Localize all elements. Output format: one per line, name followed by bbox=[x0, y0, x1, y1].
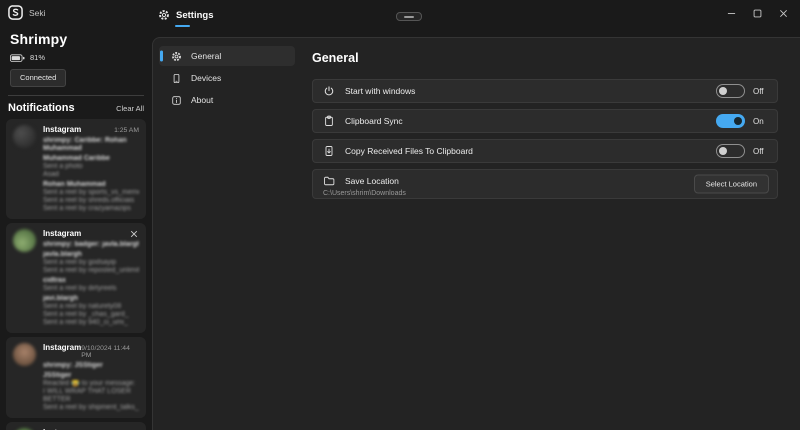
tab-settings[interactable]: Settings bbox=[158, 9, 213, 27]
minimize-button[interactable] bbox=[718, 0, 744, 26]
notification-line: cidtrax bbox=[43, 277, 139, 285]
setting-row-clipboard-sync: Clipboard Sync On bbox=[312, 109, 778, 133]
notification-line: Asad bbox=[43, 171, 139, 179]
notification-line: Muhammad Caribbe bbox=[43, 155, 139, 163]
nav-item-general[interactable]: General bbox=[159, 46, 295, 66]
nav-item-label: Devices bbox=[191, 73, 221, 83]
notification-line: Sent a photo bbox=[43, 163, 139, 171]
battery-percent: 81% bbox=[30, 53, 45, 62]
setting-row-start-with-windows: Start with windows Off bbox=[312, 79, 778, 103]
battery-icon bbox=[10, 54, 25, 62]
nav-item-devices[interactable]: Devices bbox=[159, 68, 295, 88]
notification-line: Sent a reel by dirtyreels bbox=[43, 285, 139, 293]
tab-settings-label: Settings bbox=[176, 10, 213, 21]
setting-row-save-location: Save Location C:\Users\shrim\Downloads S… bbox=[312, 169, 778, 199]
notification-app-name: Instagram bbox=[43, 229, 81, 238]
nav-item-label: General bbox=[191, 51, 221, 61]
clear-all-button[interactable]: Clear All bbox=[116, 104, 144, 113]
active-tab-indicator bbox=[175, 25, 190, 28]
notification-line: shrimpy: Caribbe: Rohan Muhammad bbox=[43, 137, 139, 153]
notifications-title: Notifications bbox=[8, 102, 75, 114]
notification-close-icon[interactable] bbox=[130, 230, 138, 238]
notification-avatar bbox=[13, 229, 36, 252]
nav-item-label: About bbox=[191, 95, 213, 105]
notification-card[interactable]: Instagram 9/10/2024 11:10 PM shrimpy: ja… bbox=[6, 422, 146, 430]
copy-received-files-toggle[interactable] bbox=[716, 144, 745, 158]
file-arrow-icon bbox=[323, 145, 335, 157]
notifications-header: Notifications Clear All bbox=[8, 102, 144, 114]
gear-icon bbox=[171, 51, 182, 62]
notification-timestamp: 1:25 AM bbox=[114, 127, 139, 134]
notification-avatar bbox=[13, 125, 36, 148]
maximize-icon bbox=[753, 9, 762, 18]
notification-avatar bbox=[13, 343, 36, 366]
notification-card[interactable]: Instagram 9/10/2024 11:44 PM shrimpy: JS… bbox=[6, 337, 146, 418]
settings-panel: General Devices About General bbox=[152, 37, 800, 430]
notification-line: javla.blargh bbox=[43, 251, 139, 259]
page-title: General bbox=[312, 51, 778, 65]
folder-icon bbox=[323, 175, 335, 187]
toggle-state-label: Off bbox=[753, 87, 767, 96]
maximize-button[interactable] bbox=[744, 0, 770, 26]
minimize-icon bbox=[727, 9, 736, 18]
notification-app-name: Instagram bbox=[43, 343, 81, 352]
clipboard-sync-toggle[interactable] bbox=[716, 114, 745, 128]
notification-line: Sent a reel by naturety08 bbox=[43, 303, 139, 311]
device-name: Shrimpy bbox=[10, 31, 146, 47]
titlebar: Seki bbox=[0, 0, 800, 28]
notification-line: Sent a reel by shreds.officiais bbox=[43, 197, 139, 205]
connection-status-badge[interactable]: Connected bbox=[10, 69, 66, 87]
notification-line: Reacted 😂 to your message: I WILL WRAP T… bbox=[43, 380, 139, 404]
notification-card[interactable]: Instagram shrimpy: badger: javla.blargh … bbox=[6, 223, 146, 333]
settings-nav: General Devices About bbox=[159, 46, 295, 112]
toggle-state-label: Off bbox=[753, 147, 767, 156]
setting-label: Start with windows bbox=[345, 86, 415, 96]
setting-label: Copy Received Files To Clipboard bbox=[345, 146, 473, 156]
smartphone-icon bbox=[171, 73, 182, 84]
start-with-windows-toggle[interactable] bbox=[716, 84, 745, 98]
notification-line: shrimpy: JSStiger bbox=[43, 362, 139, 370]
info-icon bbox=[171, 95, 182, 106]
drag-handle-dash bbox=[404, 16, 414, 18]
notification-line: Sent a reel by godsayip bbox=[43, 259, 139, 267]
setting-row-copy-received-files: Copy Received Files To Clipboard Off bbox=[312, 139, 778, 163]
notification-line: Sent a reel by 940_ci_umi_ bbox=[43, 319, 139, 327]
notification-line: Sent a reel by sports_vs_memes bbox=[43, 189, 139, 197]
setting-label: Save Location bbox=[345, 176, 399, 186]
sidebar-divider bbox=[8, 95, 144, 96]
notification-line: shrimpy: badger: javla.blargh bbox=[43, 241, 139, 249]
settings-gear-icon bbox=[158, 9, 170, 21]
selected-indicator bbox=[160, 51, 163, 62]
nav-item-about[interactable]: About bbox=[159, 90, 295, 110]
notification-timestamp: 9/10/2024 11:44 PM bbox=[81, 345, 139, 359]
window-drag-handle[interactable] bbox=[396, 12, 422, 21]
notification-line: Sent a reel by shipment_talks_pro_ bbox=[43, 404, 139, 412]
notification-app-name: Instagram bbox=[43, 125, 81, 134]
window-controls bbox=[718, 0, 796, 26]
toggle-state-label: On bbox=[753, 117, 767, 126]
power-icon bbox=[323, 85, 335, 97]
select-location-button[interactable]: Select Location bbox=[694, 175, 769, 194]
close-button[interactable] bbox=[770, 0, 796, 26]
notification-line: Rohan Muhammad bbox=[43, 181, 139, 189]
notification-line: javi.blargh bbox=[43, 295, 139, 303]
notification-line: JSStiger bbox=[43, 372, 139, 380]
notification-line: Sent a reel by reposted_unlimited bbox=[43, 267, 139, 275]
battery-status: 81% bbox=[10, 53, 146, 62]
notification-line: Sent a reel by _chas_gard_ bbox=[43, 311, 139, 319]
notification-card[interactable]: Instagram 1:25 AM shrimpy: Caribbe: Roha… bbox=[6, 119, 146, 219]
clipboard-icon bbox=[323, 115, 335, 127]
general-settings: General Start with windows Off Clipboard… bbox=[301, 38, 800, 430]
setting-label: Clipboard Sync bbox=[345, 116, 403, 126]
app-title: Seki bbox=[29, 8, 46, 18]
device-sidebar: Shrimpy 81% Connected Notifications Clea… bbox=[0, 28, 152, 430]
close-icon bbox=[779, 9, 788, 18]
app-logo-icon bbox=[8, 5, 23, 20]
notification-line: Sent a reel by crazyamazips bbox=[43, 205, 139, 213]
